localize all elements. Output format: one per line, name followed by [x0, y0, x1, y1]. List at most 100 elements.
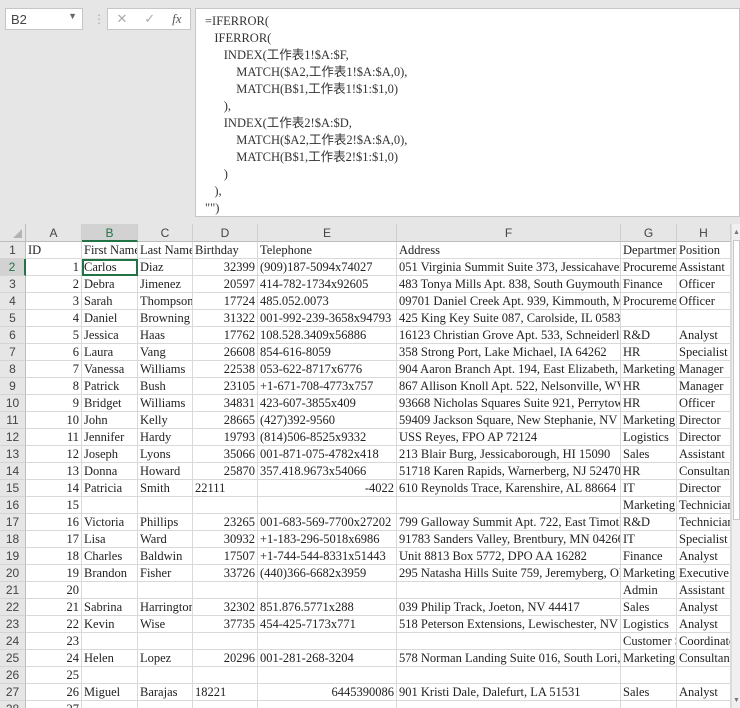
cell-H4[interactable]: Officer [677, 293, 731, 310]
cell-A24[interactable]: 23 [26, 633, 82, 650]
cell-F7[interactable]: 358 Strong Port, Lake Michael, IA 64262 [397, 344, 621, 361]
cell-G14[interactable]: HR [621, 463, 677, 480]
row-header[interactable]: 2 [0, 259, 26, 276]
cell-C6[interactable]: Haas [138, 327, 193, 344]
cell-F27[interactable]: 901 Kristi Dale, Dalefurt, LA 51531 [397, 684, 621, 701]
row-header[interactable]: 21 [0, 582, 26, 599]
cell-C28[interactable] [138, 701, 193, 708]
cell-F4[interactable]: 09701 Daniel Creek Apt. 939, Kimmouth, M… [397, 293, 621, 310]
cancel-icon[interactable]: ✕ [116, 11, 127, 27]
row-header[interactable]: 24 [0, 633, 26, 650]
cell-F6[interactable]: 16123 Christian Grove Apt. 533, Schneide… [397, 327, 621, 344]
cell-D28[interactable] [193, 701, 258, 708]
cell-D16[interactable] [193, 497, 258, 514]
cell-E14[interactable]: 357.418.9673x54066 [258, 463, 397, 480]
cell-B4[interactable]: Sarah [82, 293, 138, 310]
cell-F22[interactable]: 039 Philip Track, Joeton, NV 44417 [397, 599, 621, 616]
cell-D19[interactable]: 17507 [193, 548, 258, 565]
chevron-down-icon[interactable]: ▼ [68, 11, 77, 21]
cell-G27[interactable]: Sales [621, 684, 677, 701]
cell-F15[interactable]: 610 Reynolds Trace, Karenshire, AL 88664 [397, 480, 621, 497]
cell-B18[interactable]: Lisa [82, 531, 138, 548]
cell-G21[interactable]: Admin [621, 582, 677, 599]
row-header[interactable]: 4 [0, 293, 26, 310]
cell-F28[interactable] [397, 701, 621, 708]
cell-H9[interactable]: Manager [677, 378, 731, 395]
cell-D12[interactable]: 19793 [193, 429, 258, 446]
cell-C11[interactable]: Kelly [138, 412, 193, 429]
cell-C12[interactable]: Hardy [138, 429, 193, 446]
cell-H22[interactable]: Analyst [677, 599, 731, 616]
cell-H7[interactable]: Specialist [677, 344, 731, 361]
row-header[interactable]: 17 [0, 514, 26, 531]
row-header[interactable]: 12 [0, 429, 26, 446]
cell-D14[interactable]: 25870 [193, 463, 258, 480]
cell-C21[interactable] [138, 582, 193, 599]
column-header-H[interactable]: H [677, 224, 731, 242]
cell-H16[interactable]: Technician [677, 497, 731, 514]
cell-E18[interactable]: +1-183-296-5018x6986 [258, 531, 397, 548]
cell-D18[interactable]: 30932 [193, 531, 258, 548]
cell-E11[interactable]: (427)392-9560 [258, 412, 397, 429]
column-header-D[interactable]: D [193, 224, 258, 242]
cell-C8[interactable]: Williams [138, 361, 193, 378]
cell-D25[interactable]: 20296 [193, 650, 258, 667]
cell-D23[interactable]: 37735 [193, 616, 258, 633]
cell-A9[interactable]: 8 [26, 378, 82, 395]
cell-E4[interactable]: 485.052.0073 [258, 293, 397, 310]
cell-G22[interactable]: Sales [621, 599, 677, 616]
cell-E2[interactable]: (909)187-5094x74027 [258, 259, 397, 276]
cell-D4[interactable]: 17724 [193, 293, 258, 310]
row-header[interactable]: 9 [0, 378, 26, 395]
cell-D5[interactable]: 31322 [193, 310, 258, 327]
cell-E27[interactable]: 6445390086 [258, 684, 397, 701]
row-header[interactable]: 23 [0, 616, 26, 633]
cell-E13[interactable]: 001-871-075-4782x418 [258, 446, 397, 463]
scroll-up-icon[interactable]: ▲ [732, 226, 740, 238]
cell-D17[interactable]: 23265 [193, 514, 258, 531]
row-header[interactable]: 7 [0, 344, 26, 361]
row-header[interactable]: 13 [0, 446, 26, 463]
cell-C3[interactable]: Jimenez [138, 276, 193, 293]
cell-C24[interactable] [138, 633, 193, 650]
row-header[interactable]: 16 [0, 497, 26, 514]
row-header[interactable]: 8 [0, 361, 26, 378]
cell-G5[interactable] [621, 310, 677, 327]
cell-G4[interactable]: Procurement [621, 293, 677, 310]
cell-B22[interactable]: Sabrina [82, 599, 138, 616]
cell-D1[interactable]: Birthday [193, 242, 258, 259]
cell-D3[interactable]: 20597 [193, 276, 258, 293]
cell-C5[interactable]: Browning [138, 310, 193, 327]
cell-C18[interactable]: Ward [138, 531, 193, 548]
scroll-thumb[interactable] [733, 240, 740, 520]
cell-H11[interactable]: Director [677, 412, 731, 429]
cell-B24[interactable] [82, 633, 138, 650]
cell-E19[interactable]: +1-744-544-8331x51443 [258, 548, 397, 565]
cell-G1[interactable]: Department [621, 242, 677, 259]
cell-A16[interactable]: 15 [26, 497, 82, 514]
cell-G9[interactable]: HR [621, 378, 677, 395]
cell-F1[interactable]: Address [397, 242, 621, 259]
cell-B10[interactable]: Bridget [82, 395, 138, 412]
cell-G11[interactable]: Marketing [621, 412, 677, 429]
cell-B13[interactable]: Joseph [82, 446, 138, 463]
cell-C20[interactable]: Fisher [138, 565, 193, 582]
cell-H26[interactable] [677, 667, 731, 684]
cell-E25[interactable]: 001-281-268-3204 [258, 650, 397, 667]
cell-H1[interactable]: Position [677, 242, 731, 259]
cell-H8[interactable]: Manager [677, 361, 731, 378]
cell-C27[interactable]: Barajas [138, 684, 193, 701]
cell-B9[interactable]: Patrick [82, 378, 138, 395]
cell-F20[interactable]: 295 Natasha Hills Suite 759, Jeremyberg,… [397, 565, 621, 582]
cell-A19[interactable]: 18 [26, 548, 82, 565]
cell-C13[interactable]: Lyons [138, 446, 193, 463]
cell-H28[interactable] [677, 701, 731, 708]
cell-F14[interactable]: 51718 Karen Rapids, Warnerberg, NJ 52470 [397, 463, 621, 480]
cell-F16[interactable] [397, 497, 621, 514]
cell-E12[interactable]: (814)506-8525x9332 [258, 429, 397, 446]
cell-B28[interactable] [82, 701, 138, 708]
cell-C17[interactable]: Phillips [138, 514, 193, 531]
cell-E1[interactable]: Telephone [258, 242, 397, 259]
cell-A26[interactable]: 25 [26, 667, 82, 684]
cell-H21[interactable]: Assistant [677, 582, 731, 599]
